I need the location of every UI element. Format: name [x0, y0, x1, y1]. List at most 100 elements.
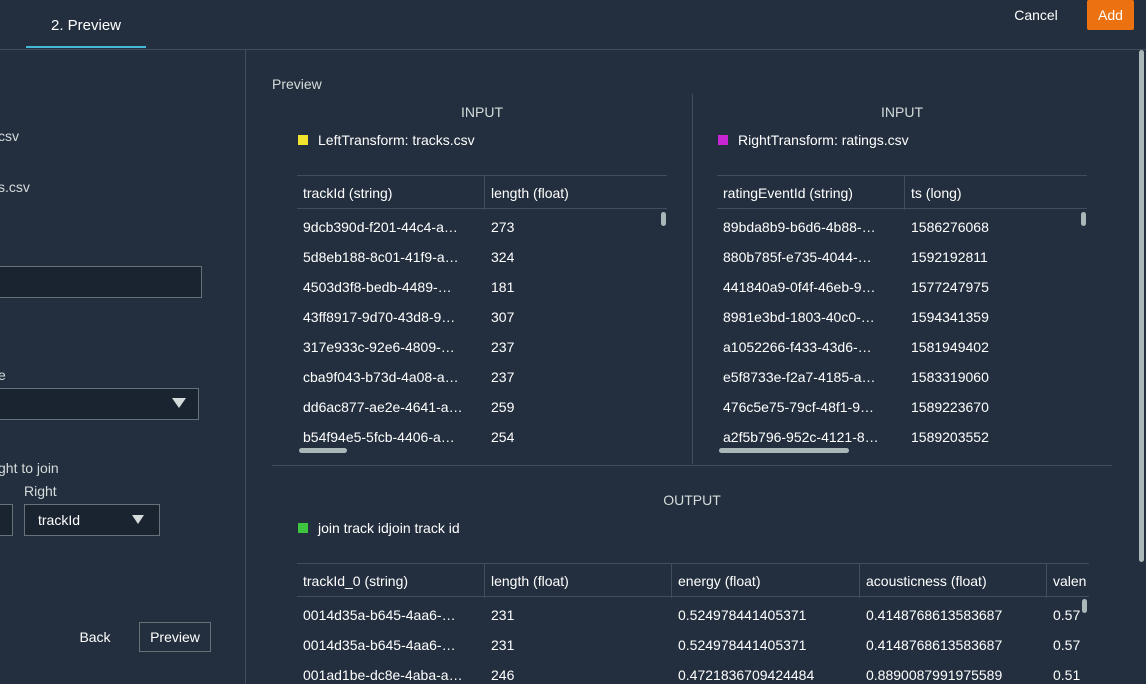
- column-header[interactable]: length (float): [485, 564, 672, 598]
- table-row[interactable]: 4503d3f8-bedb-4489-… 181: [297, 272, 667, 302]
- table-row[interactable]: 8981e3bd-1803-40c0-… 1594341359: [717, 302, 1087, 332]
- table-cell: 4503d3f8-bedb-4489-…: [303, 279, 452, 295]
- table-header: trackId (string) length (float): [297, 175, 667, 210]
- table-cell: 1581949402: [911, 339, 989, 355]
- column-header[interactable]: valen: [1047, 564, 1089, 598]
- table-cell: 0.524978441405371: [678, 637, 807, 653]
- output-table-vertical-scrollbar[interactable]: [1082, 599, 1087, 613]
- left-input-source: LeftTransform: tracks.csv: [298, 132, 475, 148]
- table-row[interactable]: 5d8eb188-8c01-41f9-a… 324: [297, 242, 667, 272]
- table-row[interactable]: 880b785f-e735-4044-… 1592192811: [717, 242, 1087, 272]
- table-cell: 0014d35a-b645-4aa6-…: [303, 637, 456, 653]
- table-row[interactable]: 001ad1be-dc8e-4aba-a… 246 0.47218367094244…: [297, 660, 1089, 684]
- right-table-horizontal-scrollbar[interactable]: [719, 448, 849, 453]
- add-button[interactable]: Add: [1087, 0, 1134, 30]
- table-row[interactable]: e5f8733e-f2a7-4185-a… 1583319060: [717, 362, 1087, 392]
- table-cell: 231: [491, 637, 515, 653]
- table-cell: 5d8eb188-8c01-41f9-a…: [303, 249, 459, 265]
- table-row[interactable]: 9dcb390d-f201-44c4-a… 273: [297, 212, 667, 242]
- table-row[interactable]: 476c5e75-79cf-48f1-9… 1589223670: [717, 392, 1087, 422]
- table-cell: 0.8890087991975589: [866, 667, 1003, 683]
- column-header[interactable]: acousticness (float): [860, 564, 1047, 598]
- input-divider: [692, 94, 693, 464]
- table-cell: 1586276068: [911, 219, 989, 235]
- table-cell: 8981e3bd-1803-40c0-…: [723, 309, 875, 325]
- table-cell: 1594341359: [911, 309, 989, 325]
- left-input-source-label: LeftTransform: tracks.csv: [318, 132, 475, 148]
- table-cell: 254: [491, 429, 515, 445]
- table-row[interactable]: b54f94e5-5fcb-4406-a… 254: [297, 422, 667, 452]
- join-type-label: e: [0, 367, 6, 383]
- output-table: trackId_0 (string) length (float) energy…: [297, 563, 1089, 684]
- left-source-text: csv: [0, 128, 19, 144]
- table-row[interactable]: dd6ac877-ae2e-4641-a… 259: [297, 392, 667, 422]
- column-header[interactable]: ratingEventId (string): [717, 176, 905, 210]
- table-cell: 181: [491, 279, 515, 295]
- table-row[interactable]: 89bda8b9-b6d6-4b88-… 1586276068: [717, 212, 1087, 242]
- right-input-heading: INPUT: [881, 104, 923, 120]
- column-header[interactable]: trackId_0 (string): [297, 564, 485, 598]
- cancel-button[interactable]: Cancel: [1006, 0, 1066, 30]
- left-input-table: trackId (string) length (float) 9dcb390d…: [297, 175, 667, 455]
- column-header[interactable]: length (float): [485, 176, 667, 210]
- table-cell: 0.57: [1053, 637, 1081, 653]
- table-cell: 89bda8b9-b6d6-4b88-…: [723, 219, 876, 235]
- output-source: join track idjoin track id: [298, 520, 460, 536]
- left-table-horizontal-scrollbar[interactable]: [299, 448, 347, 453]
- join-type-select[interactable]: [0, 388, 199, 420]
- table-cell: 1589203552: [911, 429, 989, 445]
- chevron-down-icon: [132, 515, 144, 524]
- tab-preview[interactable]: 2. Preview: [26, 0, 146, 48]
- table-cell: 0.4721836709424484: [678, 667, 815, 683]
- right-key-value: trackId: [38, 512, 81, 528]
- output-source-label: join track idjoin track id: [318, 520, 460, 536]
- chevron-down-icon: [172, 398, 186, 408]
- table-cell: 0.51: [1053, 667, 1081, 683]
- table-cell: 237: [491, 369, 515, 385]
- table-row[interactable]: 441840a9-0f4f-46eb-9… 1577247975: [717, 272, 1087, 302]
- table-cell: 273: [491, 219, 515, 235]
- table-cell: 0014d35a-b645-4aa6-…: [303, 607, 456, 623]
- table-cell: 307: [491, 309, 515, 325]
- right-input-source: RightTransform: ratings.csv: [718, 132, 909, 148]
- table-cell: 1592192811: [911, 249, 988, 265]
- page-vertical-scrollbar[interactable]: [1139, 50, 1144, 562]
- back-button[interactable]: Back: [68, 622, 122, 652]
- table-cell: a1052266-f433-43d6-…: [723, 339, 872, 355]
- name-input[interactable]: [0, 266, 202, 298]
- output-heading: OUTPUT: [663, 492, 721, 508]
- table-row[interactable]: 0014d35a-b645-4aa6-… 231 0.524978441405371…: [297, 630, 1089, 660]
- top-bar: 1. 2. Preview Cancel Add: [0, 0, 1146, 50]
- table-row[interactable]: 317e933c-92e6-4809-… 237: [297, 332, 667, 362]
- table-cell: 231: [491, 607, 515, 623]
- table-row[interactable]: cba9f043-b73d-4a08-a… 237: [297, 362, 667, 392]
- table-cell: 317e933c-92e6-4809-…: [303, 339, 455, 355]
- preview-button[interactable]: Preview: [139, 622, 211, 652]
- column-header[interactable]: ts (long): [905, 176, 1087, 210]
- column-header[interactable]: energy (float): [672, 564, 860, 598]
- table-cell: 1577247975: [911, 279, 989, 295]
- table-row[interactable]: 43ff8917-9d70-43d8-9… 307: [297, 302, 667, 332]
- table-cell: 237: [491, 339, 515, 355]
- table-cell: cba9f043-b73d-4a08-a…: [303, 369, 459, 385]
- table-cell: 0.4148768613583687: [866, 637, 1003, 653]
- right-source-text: s.csv: [0, 179, 30, 195]
- join-keys-label: ght to join: [0, 460, 59, 476]
- left-table-vertical-scrollbar[interactable]: [661, 212, 666, 226]
- table-cell: e5f8733e-f2a7-4185-a…: [723, 369, 876, 385]
- table-cell: dd6ac877-ae2e-4641-a…: [303, 399, 463, 415]
- table-row[interactable]: a1052266-f433-43d6-… 1581949402: [717, 332, 1087, 362]
- table-cell: 1589223670: [911, 399, 989, 415]
- right-input-table: ratingEventId (string) ts (long) 89bda8b…: [717, 175, 1087, 455]
- left-key-select[interactable]: [0, 504, 13, 536]
- right-input-source-label: RightTransform: ratings.csv: [738, 132, 909, 148]
- column-header[interactable]: trackId (string): [297, 176, 485, 210]
- table-cell: 259: [491, 399, 515, 415]
- right-table-vertical-scrollbar[interactable]: [1081, 212, 1086, 226]
- table-cell: 880b785f-e735-4044-…: [723, 249, 872, 265]
- table-row[interactable]: 0014d35a-b645-4aa6-… 231 0.524978441405371…: [297, 600, 1089, 630]
- left-color-swatch: [298, 135, 308, 145]
- right-key-select[interactable]: trackId: [24, 504, 160, 536]
- table-cell: 0.524978441405371: [678, 607, 807, 623]
- output-color-swatch: [298, 523, 308, 533]
